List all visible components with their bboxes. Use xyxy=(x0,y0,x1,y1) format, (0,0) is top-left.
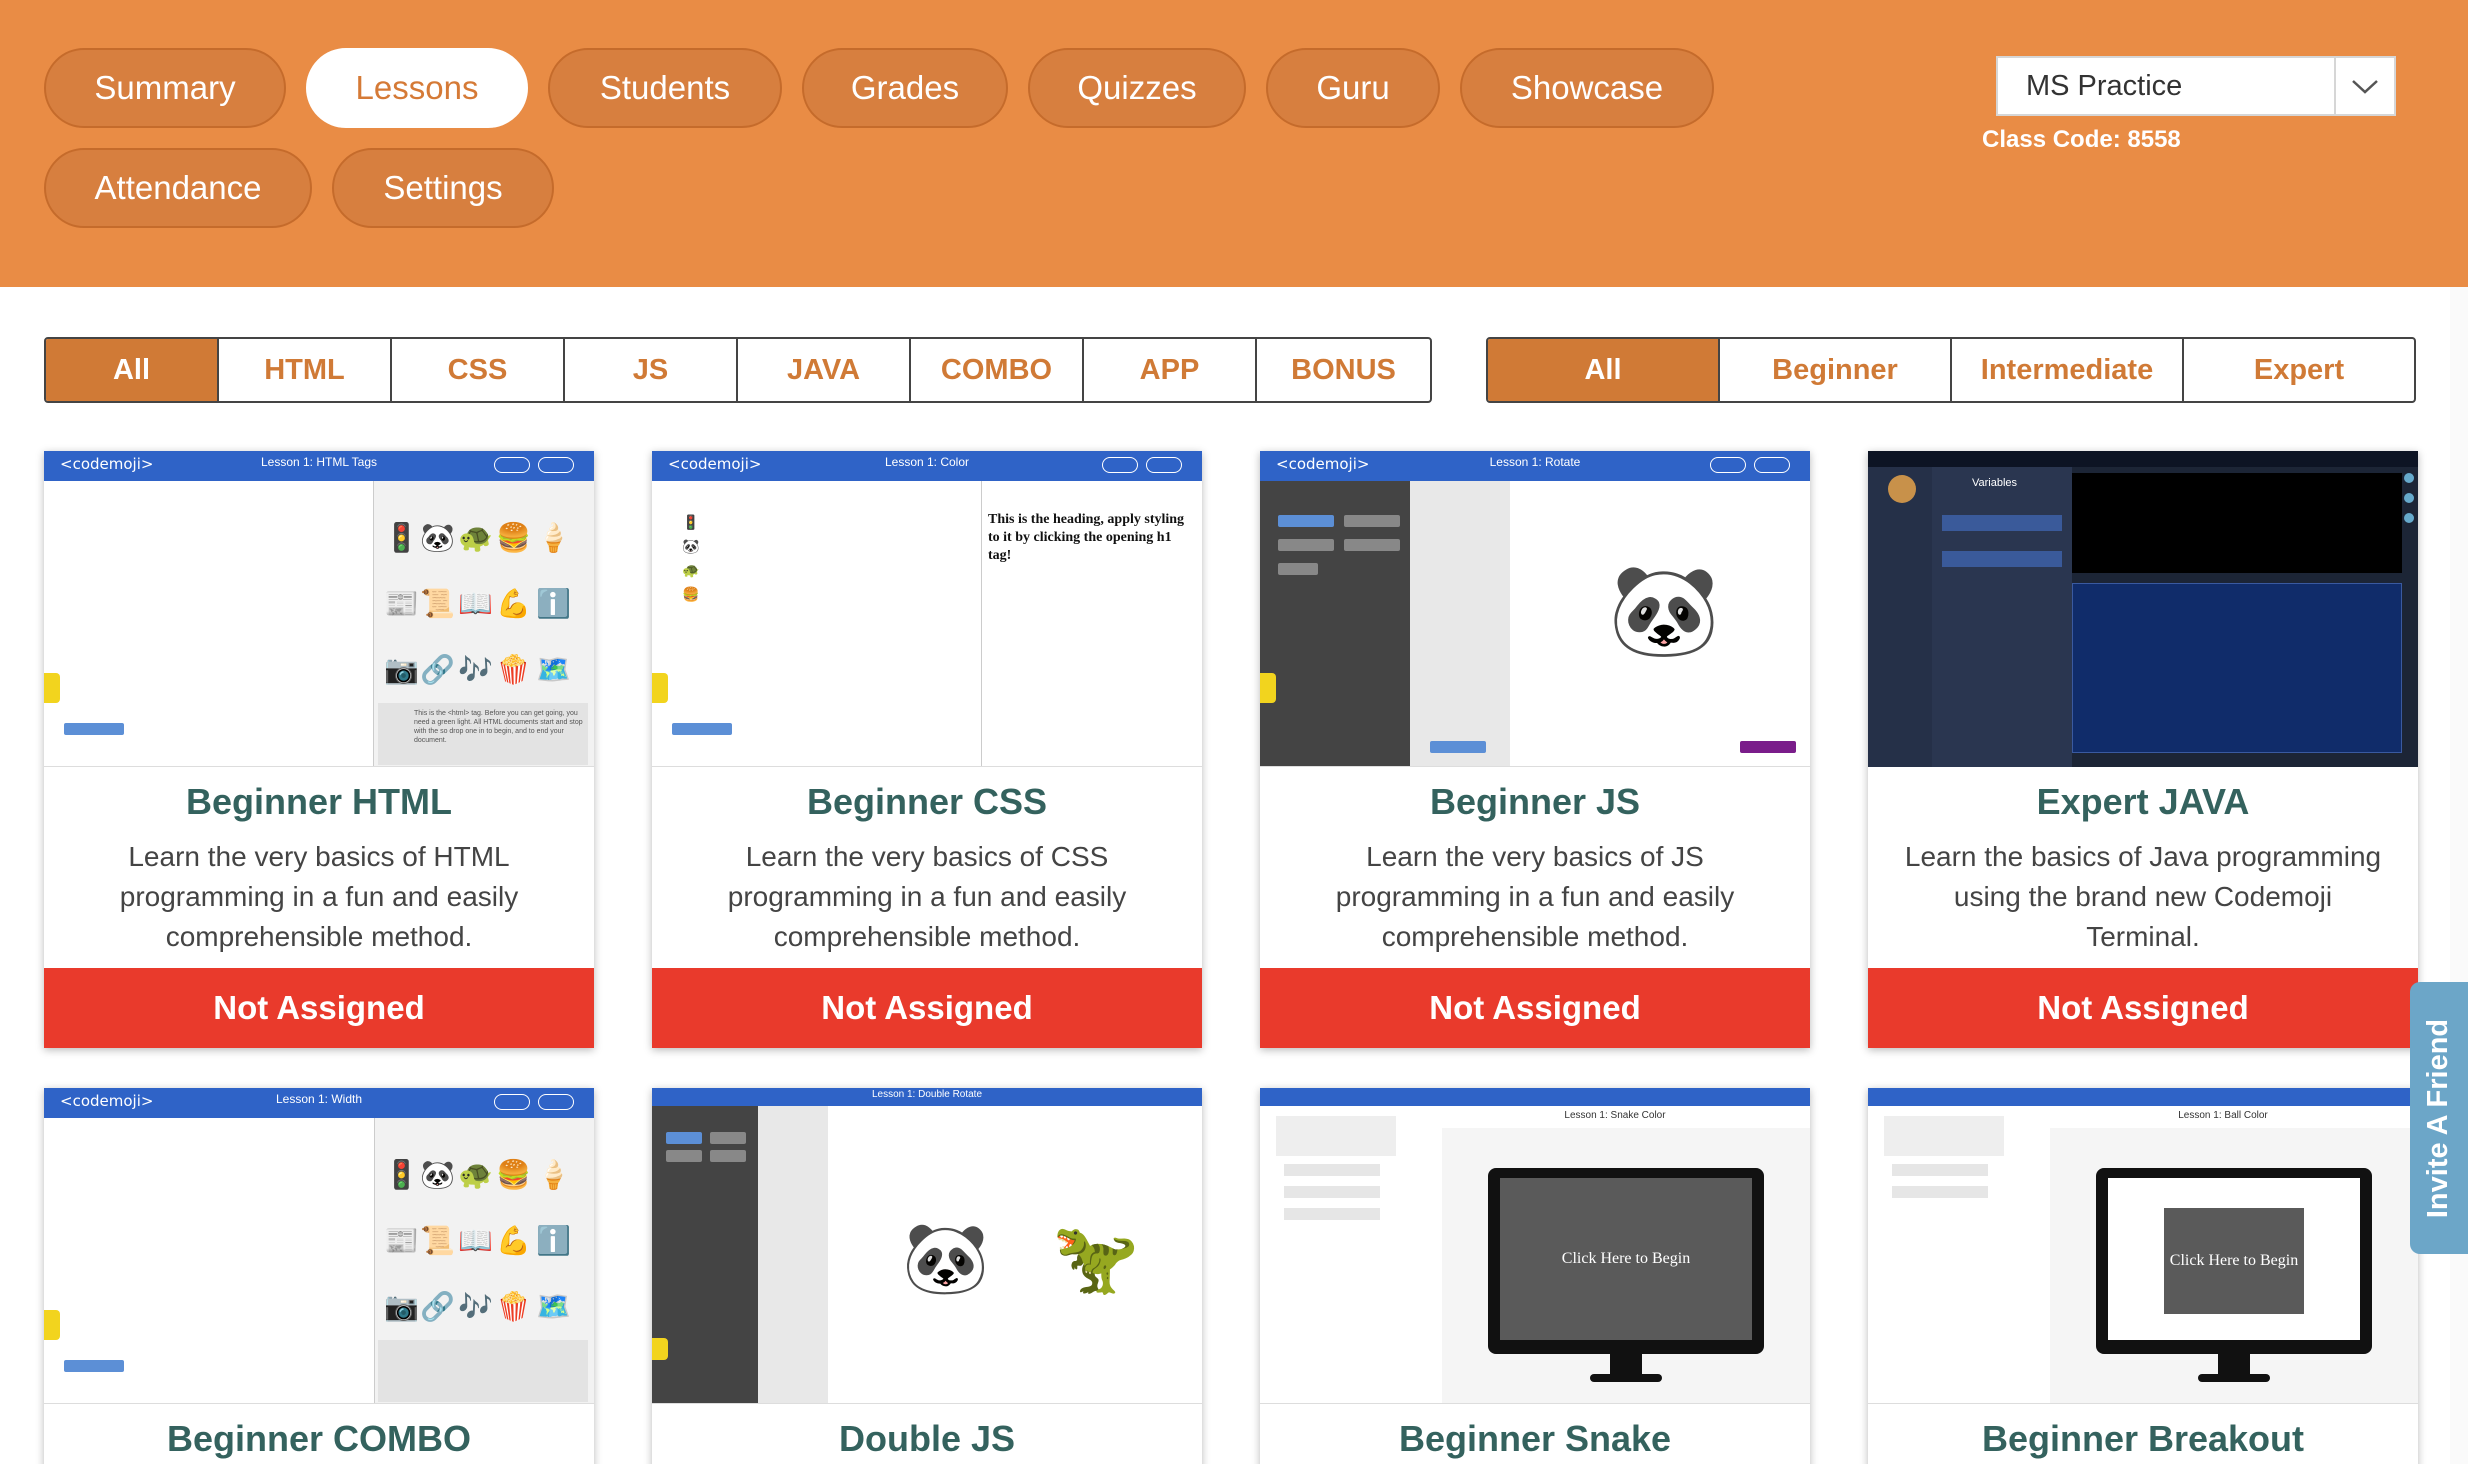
lesson-card-double-js[interactable]: Lesson 1: Double Rotate 🐼 🦖 Double JS xyxy=(652,1088,1202,1464)
lesson-card-expert-java[interactable]: Variables Expert JAVA Learn the basics o… xyxy=(1868,451,2418,1048)
lesson-card-beginner-css[interactable]: <codemoji> Lesson 1: Color This is the h… xyxy=(652,451,1202,1048)
lesson-thumbnail: <codemoji> Lesson 1: Rotate 🐼 xyxy=(1260,451,1810,767)
lesson-status-button[interactable]: Not Assigned xyxy=(1868,968,2418,1048)
tab-showcase[interactable]: Showcase xyxy=(1460,48,1714,128)
tab-guru[interactable]: Guru xyxy=(1266,48,1440,128)
lesson-title: Beginner Snake xyxy=(1398,1418,1672,1459)
tab-quizzes[interactable]: Quizzes xyxy=(1028,48,1246,128)
tab-lessons[interactable]: Lessons xyxy=(306,48,528,128)
lesson-title: Beginner HTML xyxy=(186,781,452,822)
tab-attendance[interactable]: Attendance xyxy=(44,148,312,228)
invite-friend-label: Invite A Friend xyxy=(2422,1018,2455,1218)
lesson-card-beginner-combo[interactable]: <codemoji> Lesson 1: Width 🚦 🐼 🐢 🍔 🍦 📰 📜… xyxy=(44,1088,594,1464)
lesson-title: Double JS xyxy=(838,1418,1016,1459)
page-scrollbar[interactable] xyxy=(2450,287,2468,1464)
language-filter: All HTML CSS JS JAVA COMBO APP BONUS xyxy=(44,337,1432,403)
tab-grades[interactable]: Grades xyxy=(802,48,1008,128)
lesson-thumbnail: <codemoji> Lesson 1: Width 🚦 🐼 🐢 🍔 🍦 📰 📜… xyxy=(44,1088,594,1404)
lang-filter-java[interactable]: JAVA xyxy=(738,339,911,401)
lang-filter-html[interactable]: HTML xyxy=(219,339,392,401)
lang-filter-combo[interactable]: COMBO xyxy=(911,339,1084,401)
lesson-thumbnail: <codemoji> Lesson 1: Color This is the h… xyxy=(652,451,1202,767)
lang-filter-js[interactable]: JS xyxy=(565,339,738,401)
lang-filter-css[interactable]: CSS xyxy=(392,339,565,401)
lesson-status-button[interactable]: Not Assigned xyxy=(44,968,594,1048)
lesson-title: Beginner COMBO xyxy=(166,1418,471,1459)
level-filter-expert[interactable]: Expert xyxy=(2184,339,2414,401)
chevron-down-icon[interactable] xyxy=(2334,58,2394,114)
class-select[interactable]: MS Practice xyxy=(1996,56,2396,116)
class-code: Class Code: 8558 xyxy=(1982,126,2181,153)
lang-filter-bonus[interactable]: BONUS xyxy=(1257,339,1430,401)
lesson-description: Learn the very basics of JS programming … xyxy=(1335,841,1735,952)
lesson-title: Beginner JS xyxy=(1429,781,1641,822)
lesson-card-beginner-js[interactable]: <codemoji> Lesson 1: Rotate 🐼 Beginner J… xyxy=(1260,451,1810,1048)
lesson-description: Learn the very basics of CSS programming… xyxy=(727,841,1127,952)
lesson-thumbnail: Lesson 1: Ball Color Click Here to Begin xyxy=(1868,1088,2418,1404)
level-filter-all[interactable]: All xyxy=(1488,339,1720,401)
tab-summary[interactable]: Summary xyxy=(44,48,286,128)
lesson-thumbnail: Variables xyxy=(1868,451,2418,767)
lesson-description: Learn the very basics of HTML programmin… xyxy=(119,841,519,952)
lesson-thumbnail: Lesson 1: Snake Color Click Here to Begi… xyxy=(1260,1088,1810,1404)
lang-filter-app[interactable]: APP xyxy=(1084,339,1257,401)
tab-students[interactable]: Students xyxy=(548,48,782,128)
lang-filter-all[interactable]: All xyxy=(46,339,219,401)
lesson-title: Beginner CSS xyxy=(806,781,1048,822)
lesson-title: Expert JAVA xyxy=(2036,781,2250,822)
level-filter-intermediate[interactable]: Intermediate xyxy=(1952,339,2184,401)
lessons-page: Summary Lessons Students Grades Quizzes … xyxy=(0,0,2468,1464)
lesson-card-beginner-snake[interactable]: Lesson 1: Snake Color Click Here to Begi… xyxy=(1260,1088,1810,1464)
lesson-thumbnail: Lesson 1: Double Rotate 🐼 🦖 xyxy=(652,1088,1202,1404)
lesson-card-beginner-breakout[interactable]: Lesson 1: Ball Color Click Here to Begin… xyxy=(1868,1088,2418,1464)
header-bar: Summary Lessons Students Grades Quizzes … xyxy=(0,0,2468,287)
class-select-value: MS Practice xyxy=(2026,69,2183,102)
lesson-card-beginner-html[interactable]: <codemoji> Lesson 1: HTML Tags 🚦 🐼 🐢 🍔 🍦… xyxy=(44,451,594,1048)
tab-settings[interactable]: Settings xyxy=(332,148,554,228)
level-filter-beginner[interactable]: Beginner xyxy=(1720,339,1952,401)
lesson-thumbnail: <codemoji> Lesson 1: HTML Tags 🚦 🐼 🐢 🍔 🍦… xyxy=(44,451,594,767)
lesson-description: Learn the basics of Java programming usi… xyxy=(1904,841,2382,952)
lesson-status-button[interactable]: Not Assigned xyxy=(652,968,1202,1048)
lesson-status-button[interactable]: Not Assigned xyxy=(1260,968,1810,1048)
invite-friend-button[interactable]: Invite A Friend xyxy=(2410,982,2468,1254)
lesson-title: Beginner Breakout xyxy=(1981,1418,2305,1459)
level-filter: All Beginner Intermediate Expert xyxy=(1486,337,2416,403)
